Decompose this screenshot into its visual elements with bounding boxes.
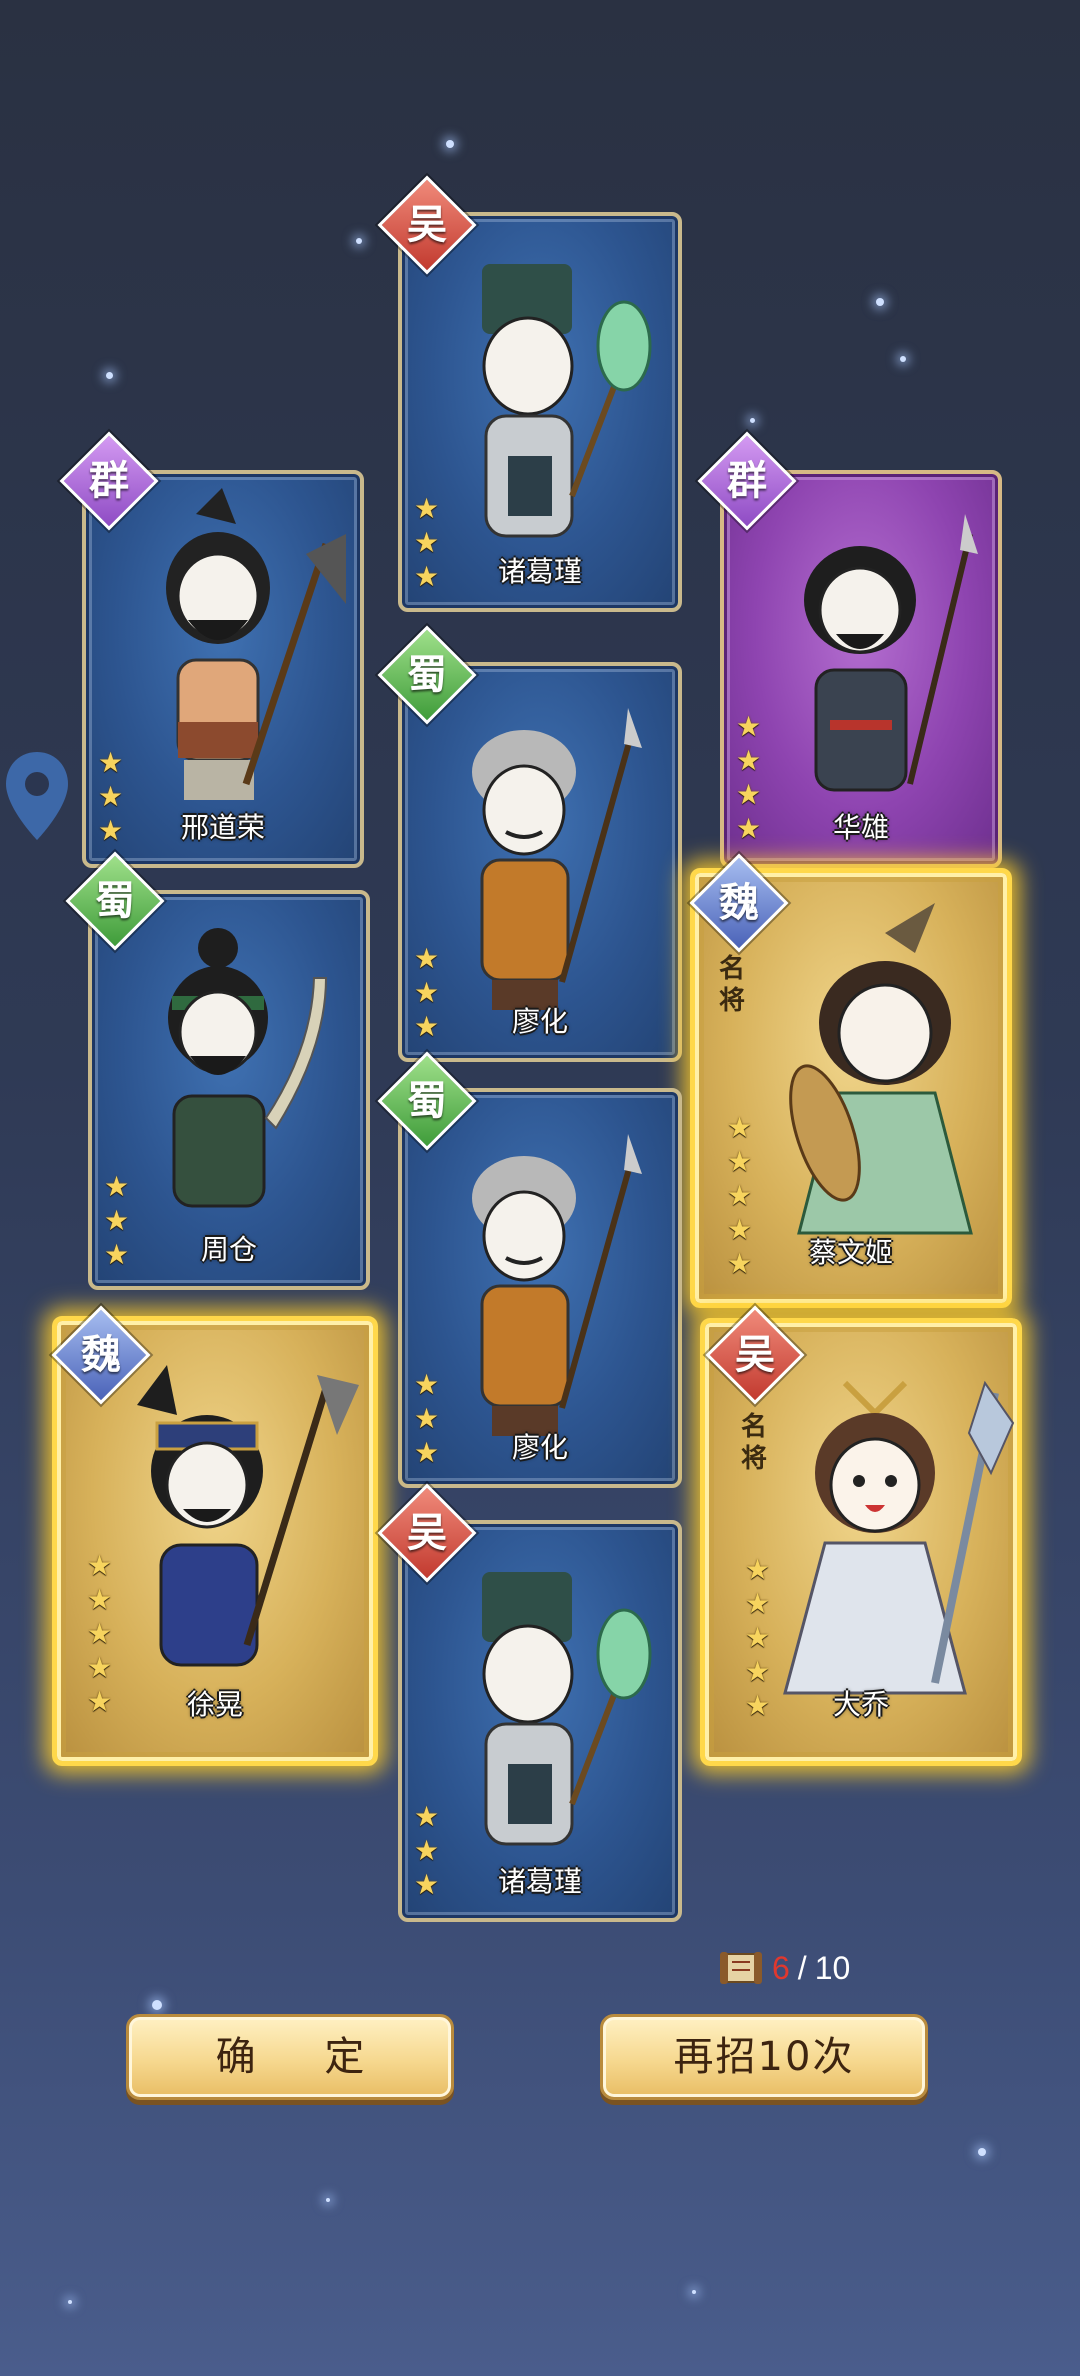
hero-card[interactable]: ★ ★ ★ ★ 华雄 xyxy=(720,470,1002,868)
faction-label: 群 xyxy=(89,457,129,504)
hero-name: 诸葛瑾 xyxy=(497,1865,582,1898)
hero-portrait xyxy=(804,514,978,792)
star-icon: ★ xyxy=(87,1583,113,1616)
star-icon: ★ xyxy=(104,1170,130,1203)
star-icon: ★ xyxy=(87,1549,113,1582)
faction-label: 吴 xyxy=(735,1331,775,1378)
star-icon: ★ xyxy=(98,746,124,779)
hero-name: 诸葛瑾 xyxy=(497,555,582,588)
star-icon: ★ xyxy=(87,1651,113,1684)
hero-portrait xyxy=(472,1134,642,1436)
faction-label: 蜀 xyxy=(407,1077,447,1124)
star-icon: ★ xyxy=(745,1553,771,1586)
star-icon: ★ xyxy=(414,1800,440,1833)
star-icon: ★ xyxy=(745,1621,771,1654)
star-icon: ★ xyxy=(736,744,762,777)
summon-count-total: 10 xyxy=(814,1949,851,1986)
summon-count-separator: / xyxy=(797,1949,807,1986)
confirm-button[interactable]: 确 定 xyxy=(126,2014,454,2100)
hero-card[interactable]: ★ ★ ★ 廖化 xyxy=(398,1088,682,1488)
star-icon: ★ xyxy=(736,710,762,743)
hero-name: 徐晃 xyxy=(186,1688,243,1721)
location-pin-icon[interactable] xyxy=(2,748,72,844)
hero-name: 廖化 xyxy=(511,1005,568,1038)
hero-portrait xyxy=(166,488,346,800)
hero-portrait xyxy=(789,903,973,1235)
hero-card[interactable]: ★ ★ ★ 周仓 xyxy=(88,890,370,1290)
faction-label: 吴 xyxy=(407,201,447,248)
hero-portrait xyxy=(783,1380,1015,1695)
star-icon: ★ xyxy=(727,1179,753,1212)
hero-card[interactable]: ★ ★ ★ 邢道荣 xyxy=(82,470,364,868)
summon-again-button[interactable]: 再招10次 xyxy=(600,2014,928,2100)
faction-label: 吴 xyxy=(407,1509,447,1556)
hero-card[interactable]: ★ ★ ★ 廖化 xyxy=(398,662,682,1062)
hero-name: 大乔 xyxy=(832,1688,889,1721)
faction-label: 蜀 xyxy=(95,877,135,924)
summon-count-current: 6 xyxy=(772,1949,790,1986)
faction-label: 蜀 xyxy=(407,651,447,698)
faction-label: 魏 xyxy=(719,879,759,926)
star-icon: ★ xyxy=(414,1368,440,1401)
hero-card[interactable]: ★ ★ ★ 诸葛瑾 xyxy=(398,1520,682,1922)
summon-counter: 6/10 xyxy=(718,1946,850,1990)
star-icon: ★ xyxy=(727,1111,753,1144)
hero-portrait xyxy=(472,708,642,1010)
hero-name: 邢道荣 xyxy=(180,811,265,844)
hero-card[interactable]: ★ ★ ★ 诸葛瑾 xyxy=(398,212,682,612)
hero-name: 周仓 xyxy=(200,1233,257,1266)
star-icon: ★ xyxy=(87,1617,113,1650)
scroll-icon xyxy=(720,1952,762,1984)
hero-portrait xyxy=(482,264,652,538)
hero-portrait xyxy=(137,1365,359,1667)
hero-name: 华雄 xyxy=(832,811,889,844)
star-icon: ★ xyxy=(414,492,440,525)
hero-name: 蔡文姬 xyxy=(808,1236,893,1269)
star-icon: ★ xyxy=(414,942,440,975)
star-icon: ★ xyxy=(745,1587,771,1620)
faction-label: 魏 xyxy=(81,1331,121,1378)
hero-portrait xyxy=(168,928,328,1208)
faction-label: 群 xyxy=(727,457,767,504)
hero-portrait xyxy=(482,1572,652,1846)
star-icon: ★ xyxy=(727,1145,753,1178)
hero-name: 廖化 xyxy=(511,1431,568,1464)
